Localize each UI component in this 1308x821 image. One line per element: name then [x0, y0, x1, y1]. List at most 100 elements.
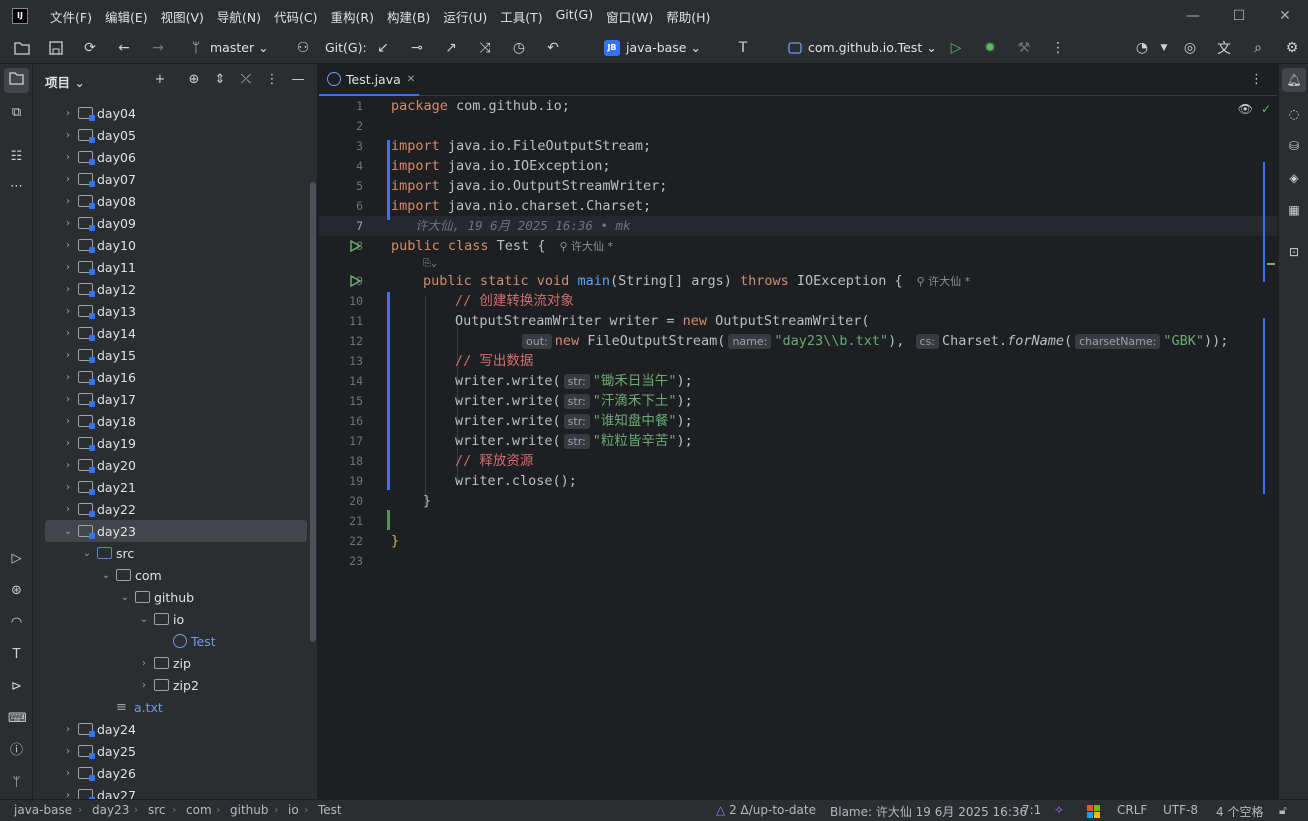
menu-item[interactable]: 重构(R) — [331, 7, 374, 26]
chevron-right-icon[interactable]: › — [61, 438, 75, 449]
intellij-logo-icon[interactable]: IJ — [12, 8, 28, 24]
menu-item[interactable]: 工具(T) — [500, 7, 542, 26]
vcs-status[interactable]: △ 2 Δ/up-to-date — [716, 803, 816, 817]
git-push-icon[interactable]: ↗ — [442, 39, 460, 57]
tree-item[interactable]: › day09 — [45, 212, 307, 234]
git-rollback-icon[interactable]: ↶ — [544, 39, 562, 57]
tree-item[interactable]: › zip — [45, 652, 307, 674]
new-file-icon[interactable]: + — [152, 72, 168, 88]
run-tool-icon[interactable]: ▷ — [8, 550, 25, 567]
open-folder-icon[interactable] — [13, 39, 31, 57]
build-icon[interactable]: ⚒ — [1015, 39, 1033, 57]
tree-item[interactable]: › day08 — [45, 190, 307, 212]
tree-item[interactable]: › day10 — [45, 234, 307, 256]
menu-item[interactable]: Git(G) — [556, 7, 594, 26]
tree-item[interactable]: › day07 — [45, 168, 307, 190]
add-user-icon[interactable]: ⚇ — [294, 39, 312, 57]
chevron-right-icon[interactable]: › — [61, 306, 75, 317]
structure-icon[interactable]: ☷ — [8, 148, 25, 165]
chevron-right-icon[interactable]: › — [61, 240, 75, 251]
project-selector[interactable]: java-base ⌄ — [626, 40, 701, 55]
tree-scrollbar[interactable] — [310, 182, 316, 642]
tree-item[interactable]: ⌄ github — [45, 586, 307, 608]
tree-item[interactable]: › day14 — [45, 322, 307, 344]
chevron-down-icon[interactable]: ⌄ — [137, 614, 151, 625]
chevron-right-icon[interactable]: › — [61, 790, 75, 800]
chevron-right-icon[interactable]: › — [61, 152, 75, 163]
close-tab-icon[interactable]: ✕ — [407, 74, 415, 85]
problems-icon[interactable]: ⓘ — [8, 742, 25, 759]
tree-item[interactable]: › day25 — [45, 740, 307, 762]
branch-icon[interactable]: ᛘ — [187, 39, 205, 57]
chevron-right-icon[interactable]: › — [61, 504, 75, 515]
menu-item[interactable]: 构建(B) — [387, 7, 430, 26]
no-problems-check-icon[interactable]: ✓ — [1261, 102, 1271, 116]
author-hint[interactable]: ⚲ 许大仙 * — [559, 240, 613, 253]
run-config-selector[interactable]: com.github.io.Test ⌄ — [808, 40, 937, 55]
menu-item[interactable]: 导航(N) — [217, 7, 261, 26]
collapse-all-icon[interactable]: ⤫ — [238, 72, 254, 88]
chevron-right-icon[interactable]: › — [61, 284, 75, 295]
chevron-down-icon[interactable]: ⌄ — [99, 570, 113, 581]
chevron-right-icon[interactable]: › — [137, 680, 151, 691]
gradle-icon[interactable]: ▦ — [1286, 202, 1302, 218]
menu-item[interactable]: 代码(C) — [274, 7, 317, 26]
hide-panel-icon[interactable]: — — [290, 72, 306, 88]
tree-item[interactable]: › day21 — [45, 476, 307, 498]
tree-item[interactable]: › day12 — [45, 278, 307, 300]
sync-icon[interactable]: ⟳ — [81, 39, 99, 57]
tree-item[interactable]: › day05 — [45, 124, 307, 146]
menu-item[interactable]: 文件(F) — [50, 7, 92, 26]
back-arrow-icon[interactable]: ← — [115, 39, 133, 57]
chevron-right-icon[interactable]: › — [61, 196, 75, 207]
chevron-right-icon[interactable]: › — [61, 724, 75, 735]
build-tool-icon[interactable]: T — [8, 646, 25, 663]
close-button[interactable]: ✕ — [1262, 0, 1308, 32]
git-history-icon[interactable]: ◷ — [510, 39, 528, 57]
database-icon[interactable]: ⛁ — [1286, 138, 1302, 154]
ai-chat-icon[interactable]: ◌ — [1286, 106, 1302, 122]
notifications-bell-icon[interactable]: 🔔︎ — [1286, 72, 1302, 88]
chevron-right-icon[interactable]: › — [61, 130, 75, 141]
tree-item[interactable]: › day20 — [45, 454, 307, 476]
chevron-right-icon[interactable]: › — [61, 460, 75, 471]
author-hint[interactable]: ⚲ 许大仙 * — [917, 275, 971, 288]
tree-item[interactable]: › day17 — [45, 388, 307, 410]
reader-mode-eye-icon[interactable]: 👁 — [1238, 102, 1253, 116]
breadcrumb-item[interactable]: github — [230, 803, 268, 817]
breadcrumb-item[interactable]: com — [186, 803, 212, 817]
chevron-down-icon[interactable]: ⌄ — [118, 592, 132, 603]
chevron-right-icon[interactable]: › — [61, 416, 75, 427]
chevron-right-icon[interactable]: › — [61, 108, 75, 119]
menu-item[interactable]: 视图(V) — [161, 7, 204, 26]
profiler-icon[interactable]: ◔ — [1133, 39, 1151, 57]
blame-status[interactable]: Blame: 许大仙 19 6月 2025 16:36 — [830, 803, 1027, 820]
git-commit-icon[interactable]: ⊸ — [408, 39, 426, 57]
more-tools-icon[interactable]: ⋯ — [8, 178, 25, 195]
tree-item[interactable]: ⌄ com — [45, 564, 307, 586]
ai-assistant-icon[interactable]: ◎ — [1181, 39, 1199, 57]
endpoints-icon[interactable]: ⊳ — [8, 678, 25, 695]
menu-item[interactable]: 运行(U) — [443, 7, 487, 26]
project-folder-icon[interactable] — [8, 72, 25, 89]
breadcrumb-item[interactable]: day23 — [92, 803, 129, 817]
windows-logo-icon[interactable] — [1087, 805, 1100, 818]
save-icon[interactable] — [47, 39, 65, 57]
lock-icon[interactable]: 🔓︎ — [1279, 803, 1287, 818]
tree-item[interactable]: ≡ a.txt — [45, 696, 307, 718]
tree-item[interactable]: › day27 — [45, 784, 307, 799]
caret-position[interactable]: 7:1 — [1022, 803, 1041, 817]
tree-item[interactable]: › day16 — [45, 366, 307, 388]
tab-options-icon[interactable]: ⋮ — [1250, 72, 1263, 87]
more-actions-icon[interactable]: ⋮ — [1049, 39, 1067, 57]
services-icon[interactable]: ⊛ — [8, 582, 25, 599]
chevron-down-icon[interactable]: ▼ — [1155, 39, 1173, 57]
build-hammer-tee-icon[interactable]: T — [734, 39, 752, 57]
commit-icon[interactable]: ⧉ — [8, 104, 25, 121]
maximize-button[interactable]: ☐ — [1216, 0, 1262, 32]
tree-item[interactable]: Test — [45, 630, 307, 652]
tree-item[interactable]: › day11 — [45, 256, 307, 278]
tree-item[interactable]: › day24 — [45, 718, 307, 740]
maven-icon[interactable]: ◈ — [1286, 170, 1302, 186]
tree-item[interactable]: › day19 — [45, 432, 307, 454]
